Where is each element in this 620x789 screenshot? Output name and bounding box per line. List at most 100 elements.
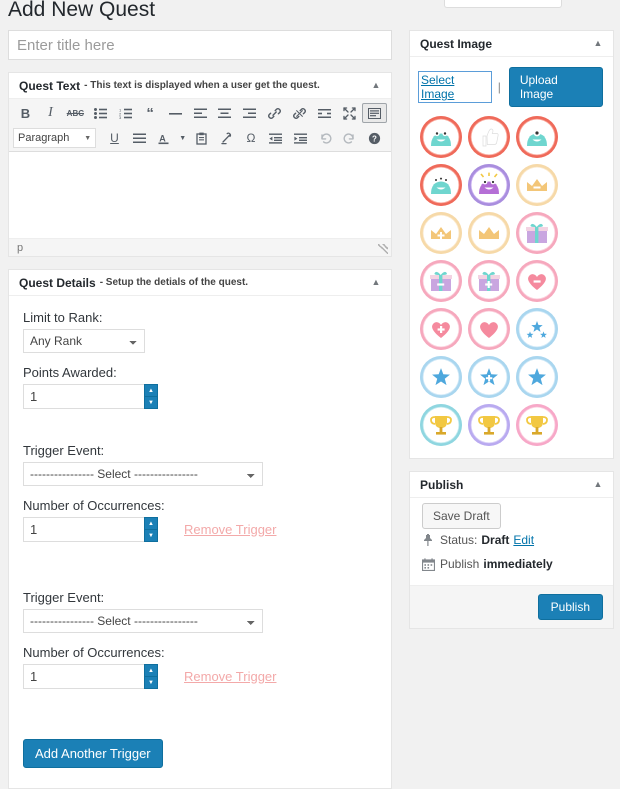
editor-element-path: p [17,241,24,254]
quest-image-postbox: Quest Image ▲ Select Image | Upload Imag… [409,30,614,459]
editor-toolbar-row-1: B I ABC 123 “ [13,102,388,124]
blockquote-icon[interactable]: “ [138,103,163,123]
bold-icon[interactable]: B [13,103,38,123]
badge-heart-minus[interactable] [516,260,558,302]
post-title-input[interactable] [8,30,392,60]
editor-resize-handle[interactable] [378,244,388,254]
text-color-chevron-icon[interactable]: ▼ [176,128,189,148]
chevron-down-icon: ▼ [84,134,92,142]
stepper-down-icon[interactable]: ▼ [144,396,158,409]
badge-crown-gold-plus[interactable] [420,212,462,254]
decrease-indent-icon[interactable] [263,128,288,148]
increase-indent-icon[interactable] [288,128,313,148]
quest-image-title: Quest Image [420,36,493,51]
badge-gift-pink[interactable] [516,212,558,254]
upload-image-button[interactable]: Upload Image [508,67,603,107]
publish-postbox: Publish ▲ Save Draft Status: Draft Edit [409,471,614,629]
pin-icon [422,533,440,547]
badge-heart-plus[interactable] [420,308,462,350]
stepper-up-icon[interactable]: ▲ [144,664,158,676]
action-separator: | [497,80,501,94]
badge-gift-pink-minus[interactable] [420,260,462,302]
quest-details-title: Quest Details [19,275,96,290]
numbered-list-icon[interactable]: 123 [113,103,138,123]
read-more-icon[interactable] [312,103,337,123]
quest-details-body: Limit to Rank: Any Rank Points Awarded: … [9,296,391,788]
badge-monster-purple[interactable] [468,164,510,206]
italic-icon[interactable]: I [38,103,63,123]
badge-monster-many-eyes-red[interactable] [420,164,462,206]
badge-monster-happy-red[interactable] [420,116,462,158]
stepper-down-icon[interactable]: ▼ [144,529,158,542]
unlink-icon[interactable] [287,103,312,123]
editor-toolbar-row-2: Paragraph ▼ U A ▼ Ω ? [13,127,387,149]
trigger-event-select[interactable]: ---------------- Select ---------------- [23,462,263,486]
calendar-icon [422,557,440,571]
sidebar-column: Quest Image ▲ Select Image | Upload Imag… [409,30,614,629]
trigger-event-select[interactable]: ---------------- Select ---------------- [23,609,263,633]
clear-formatting-icon[interactable] [214,128,239,148]
align-left-icon[interactable] [188,103,213,123]
stepper-up-icon[interactable]: ▲ [144,384,158,396]
remove-trigger-link[interactable]: Remove Trigger [184,669,276,684]
fullscreen-icon[interactable] [337,103,362,123]
quest-details-subtitle: - Setup the detials of the quest. [99,277,249,288]
special-character-icon[interactable]: Ω [239,128,264,148]
insert-link-icon[interactable] [262,103,287,123]
occurrences-input[interactable] [23,664,144,689]
add-another-trigger-button[interactable]: Add Another Trigger [23,739,163,768]
badge-crown-gold[interactable] [468,212,510,254]
chevron-up-icon[interactable]: ▲ [591,37,605,51]
align-right-icon[interactable] [237,103,262,123]
paragraph-format-select[interactable]: Paragraph ▼ [13,128,97,148]
badge-star-blue-solid[interactable] [516,356,558,398]
chevron-up-icon[interactable]: ▲ [369,276,383,290]
chevron-up-icon[interactable]: ▲ [591,478,605,492]
screen-options-panel-stub [444,0,562,8]
points-awarded-label: Points Awarded: [23,365,117,380]
limit-to-rank-select[interactable]: Any Rank [23,329,145,353]
badge-stars-blue[interactable] [516,308,558,350]
bulleted-list-icon[interactable] [88,103,113,123]
remove-trigger-link[interactable]: Remove Trigger [184,522,276,537]
badge-heart[interactable] [468,308,510,350]
underline-icon[interactable]: U [102,128,127,148]
svg-text:A: A [160,133,167,143]
badge-trophy-purple[interactable] [468,404,510,446]
horizontal-rule-icon[interactable] [163,103,188,123]
align-center-icon[interactable] [213,103,238,123]
occurrences-row: ▲ ▼ Remove Trigger [23,517,377,542]
admin-page: Add New Quest Quest Text - This text is … [0,0,620,789]
quest-text-header: Quest Text - This text is displayed when… [9,73,391,99]
strikethrough-icon[interactable]: ABC [63,103,88,123]
select-image-link[interactable]: Select Image [418,71,492,103]
publish-status-row: Status: Draft Edit [422,533,601,547]
redo-icon[interactable] [338,128,363,148]
points-awarded-input[interactable] [23,384,144,409]
badge-thumbs-up-red[interactable] [468,116,510,158]
undo-icon[interactable] [313,128,338,148]
badge-trophy-teal[interactable] [420,404,462,446]
text-color-icon[interactable]: A [152,128,177,148]
stepper-up-icon[interactable]: ▲ [144,517,158,529]
chevron-up-icon[interactable]: ▲ [369,79,383,93]
badge-gift-pink-plus[interactable] [468,260,510,302]
stepper-down-icon[interactable]: ▼ [144,676,158,689]
justify-icon[interactable] [127,128,152,148]
edit-status-link[interactable]: Edit [513,533,534,547]
paragraph-format-value: Paragraph [18,132,70,144]
badge-crown-gold-minus[interactable] [516,164,558,206]
keyboard-shortcuts-help-icon[interactable]: ? [362,128,387,148]
quest-image-grid [420,116,603,446]
paste-as-text-icon[interactable] [189,128,214,148]
occurrences-input[interactable] [23,517,144,542]
toolbar-toggle-icon[interactable] [362,103,388,123]
occurrences-field: ▲ ▼ [23,517,158,542]
badge-star-blue[interactable] [420,356,462,398]
publish-button[interactable]: Publish [537,594,603,620]
badge-trophy-pink[interactable] [516,404,558,446]
badge-monster-cyclops-red[interactable] [516,116,558,158]
badge-star-blue-plus[interactable] [468,356,510,398]
editor-content-area[interactable] [9,152,391,238]
save-draft-button[interactable]: Save Draft [422,503,501,529]
